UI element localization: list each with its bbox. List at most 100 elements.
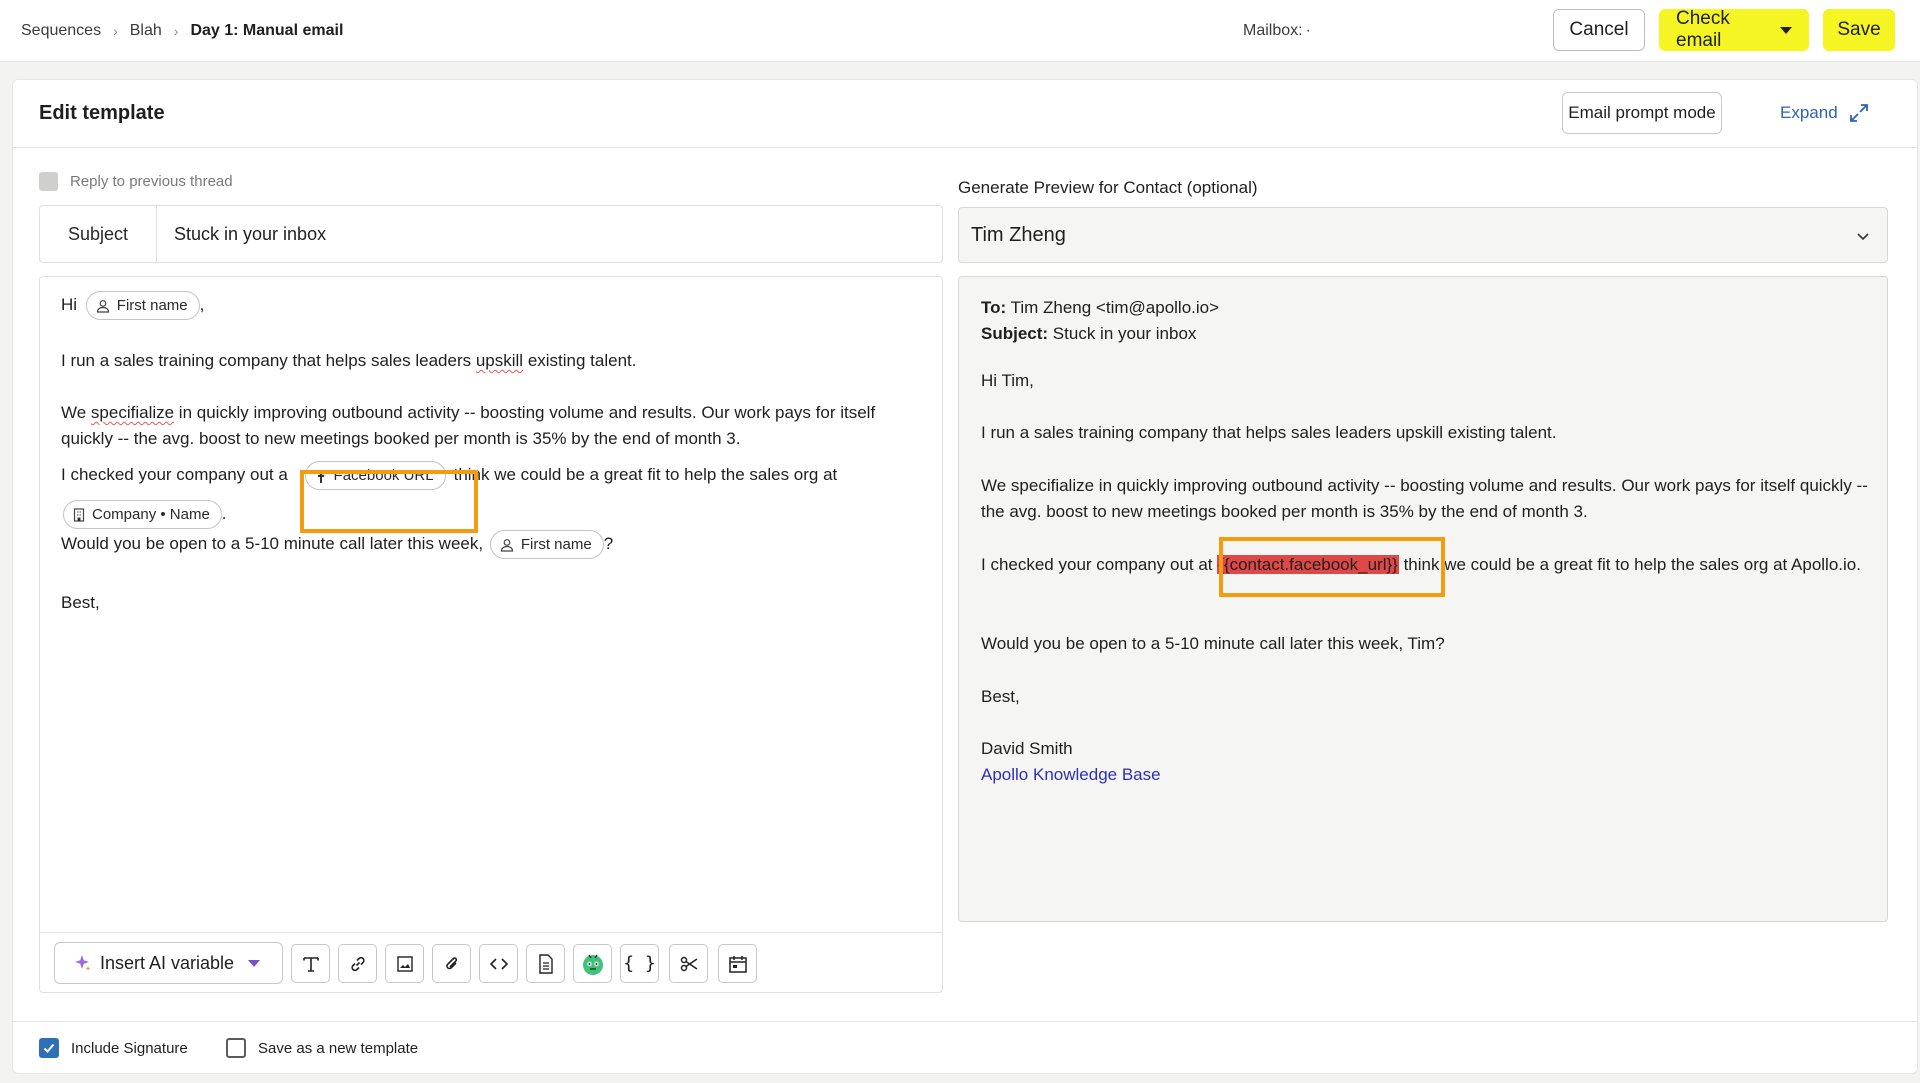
breadcrumb-current: Day 1: Manual email [190,22,344,39]
preview-paragraph-1: I run a sales training company that help… [981,423,1557,442]
chip-label: First name [520,535,592,553]
company-name-variable-chip[interactable]: Company • Name [63,500,222,530]
include-signature-checkbox[interactable] [39,1038,59,1058]
first-name-variable-chip[interactable]: First name [85,291,200,320]
mailbox-value: · [1305,22,1311,39]
breadcrumb-sequences[interactable]: Sequences [21,22,101,40]
preview-subject-value: Stuck in your inbox [1052,324,1197,343]
paragraph-2: We specifialize in quickly improving out… [61,400,931,452]
p3-text-b: think we could be a great fit to help th… [453,465,838,484]
preview-to-value: Tim Zheng <tim@apollo.io> [1010,298,1220,317]
preview-paragraph-2: We specifialize in quickly improving out… [981,476,1868,521]
subject-field[interactable]: Subject Stuck in your inbox [39,205,943,263]
chip-label: Company • Name [92,506,210,524]
preview-greeting: Hi Tim, [981,371,1034,390]
p2-text-b: in quickly improving outbound activity -… [61,403,876,448]
chevron-right-icon: › [113,23,118,39]
p3-text-c: . [221,504,227,523]
panel-header: Edit template Email prompt mode Expand [13,80,1917,148]
document-icon[interactable] [526,944,565,983]
highlight-annotation-box [1219,537,1445,597]
image-icon[interactable] [385,944,424,983]
reply-to-thread-row[interactable]: Reply to previous thread [39,172,233,191]
expand-icon [1849,104,1868,122]
mailbox[interactable]: Mailbox: · [1243,0,1311,62]
insert-ai-variable-label: Insert AI variable [100,952,235,973]
reply-to-thread-label: Reply to previous thread [70,173,233,190]
page-title: Edit template [39,102,165,124]
preview-to-label: To: [981,298,1007,317]
signature-link[interactable]: Apollo Knowledge Base [981,765,1161,784]
greeting-line: Hi First name , [61,291,931,320]
highlight-annotation-box [300,470,478,533]
editor-toolbar: Insert AI variable {} [40,932,942,992]
save-as-template-label: Save as a new template [258,1039,419,1057]
save-button[interactable]: Save [1823,9,1895,51]
p4-text-a: Would you be open to a 5-10 minute call … [61,533,484,553]
save-as-template-row[interactable]: Save as a new template [226,1022,418,1074]
preview-signature: Apollo Knowledge Base [981,762,1871,788]
reply-to-thread-checkbox[interactable] [39,172,58,191]
spellcheck-word[interactable]: upskill [476,351,523,370]
save-label: Save [1837,19,1881,40]
p1-text-a: I run a sales training company that help… [61,351,476,370]
calendar-icon[interactable] [718,944,757,983]
p1-text-b: existing talent. [523,351,637,370]
link-icon[interactable] [338,944,377,983]
attachment-icon[interactable] [432,944,471,983]
cancel-label: Cancel [1569,19,1629,40]
variable-braces-icon[interactable]: { } [620,944,659,983]
edit-template-panel: Edit template Email prompt mode Expand R… [12,79,1918,1074]
first-name-variable-chip[interactable]: First name [489,530,604,559]
person-icon [500,538,513,552]
bot-icon[interactable] [573,944,612,983]
text-format-icon[interactable] [291,944,330,983]
cancel-button[interactable]: Cancel [1553,9,1645,51]
greeting-prefix: Hi [61,294,78,314]
paragraph-3: I checked your company out a Facebook UR… [61,455,931,533]
breadcrumb-blah[interactable]: Blah [130,22,162,40]
mailbox-label: Mailbox: [1243,22,1303,39]
preview-closing: Best, [981,687,1020,706]
preview-subject-label: Subject: [981,324,1049,343]
person-icon [96,299,109,313]
insert-ai-variable-button[interactable]: Insert AI variable [54,942,283,984]
greeting-suffix: , [199,294,205,314]
closing-line: Best, [61,593,100,612]
p3-text-a: I checked your company out a [61,465,288,484]
breadcrumb: Sequences › Blah › Day 1: Manual email [21,0,343,62]
code-icon[interactable] [479,944,518,983]
paragraph-1: I run a sales training company that help… [61,348,931,374]
preview-p3-text-a: I checked your company out at [981,555,1218,574]
check-email-button[interactable]: Check email [1659,8,1809,51]
expand-button[interactable]: Expand [1780,92,1870,134]
preview-to: To: Tim Zheng <tim@apollo.io> [981,295,1871,321]
include-signature-row[interactable]: Include Signature [39,1022,188,1074]
email-prompt-mode-label: Email prompt mode [1568,103,1716,122]
save-as-template-checkbox[interactable] [226,1038,246,1058]
contact-select-value: Tim Zheng [971,223,1066,246]
paragraph-4: Would you be open to a 5-10 minute call … [61,530,931,559]
subject-input[interactable]: Stuck in your inbox [157,206,326,262]
check-email-label: Check email [1676,8,1730,51]
chevron-right-icon: › [173,23,179,39]
subject-label: Subject [40,206,157,262]
preview-p3-text-b: think we could be a great fit to help th… [1398,555,1861,574]
include-signature-label: Include Signature [71,1039,188,1057]
sparkle-icon [75,955,91,971]
email-body-editor[interactable]: Hi First name , I run a sales training c… [39,276,943,993]
caret-down-icon [1780,26,1792,34]
p2-text-a: We [61,403,91,422]
expand-label: Expand [1780,103,1838,122]
panel-footer: Include Signature Save as a new template [13,1021,1917,1073]
scissors-icon[interactable] [669,944,708,983]
email-prompt-mode-button[interactable]: Email prompt mode [1562,92,1722,134]
preview-signature-name: David Smith [981,739,1073,758]
email-preview: To: Tim Zheng <tim@apollo.io> Subject: S… [958,276,1888,922]
building-icon [73,507,85,522]
contact-select[interactable]: Tim Zheng [958,207,1888,263]
preview-subject: Subject: Stuck in your inbox [981,321,1871,347]
chevron-down-icon [1857,233,1869,241]
spellcheck-word[interactable]: specifialize [91,403,174,422]
preview-paragraph-4: Would you be open to a 5-10 minute call … [981,634,1445,653]
